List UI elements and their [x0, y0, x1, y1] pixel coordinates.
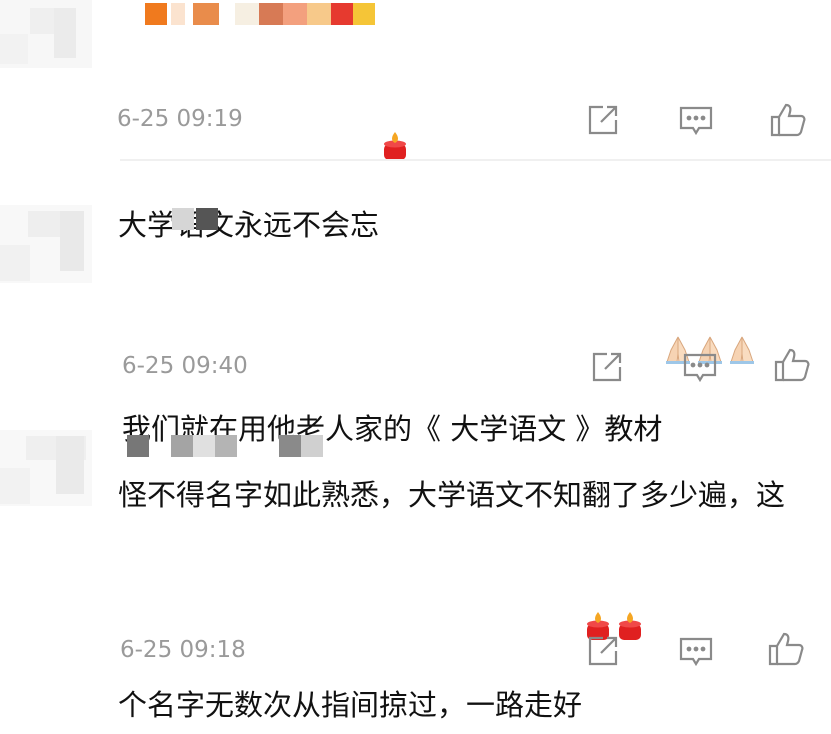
candle-emoji-icon: [582, 518, 614, 640]
like-icon[interactable]: [768, 100, 808, 140]
folded-hands-emoji-icon: [694, 242, 726, 364]
reply-icon[interactable]: [680, 347, 720, 387]
comment-time: 6-25 09:18: [120, 637, 246, 663]
like-icon[interactable]: [772, 345, 812, 385]
comment-time: 6-25 09:40: [122, 353, 248, 379]
comment-text: 怪不得名字如此熟悉，大学语文不知翻了多少遍，这个名字无数次从指间掠过，一路走好: [118, 472, 798, 728]
comment-item: 我们就在用他老人家的《 大学语文 》教材 6-25 09:40: [0, 160, 831, 446]
reply-icon[interactable]: [676, 631, 716, 671]
username[interactable]: [172, 208, 220, 230]
reply-icon[interactable]: [676, 100, 716, 140]
comment-time: 6-25 09:19: [117, 106, 243, 132]
share-icon[interactable]: [583, 631, 623, 671]
share-icon[interactable]: [587, 347, 627, 387]
avatar[interactable]: [0, 430, 92, 510]
comment-item: 怪不得名字如此熟悉，大学语文不知翻了多少遍，这个名字无数次从指间掠过，一路走好 …: [0, 405, 831, 722]
folded-hands-emoji-icon: [662, 242, 694, 364]
candle-emoji-icon: [379, 38, 411, 160]
share-icon[interactable]: [583, 100, 623, 140]
candle-emoji-icon: [614, 518, 646, 640]
username[interactable]: [145, 3, 375, 25]
avatar[interactable]: [0, 0, 92, 80]
comment-text-content: 怪不得名字如此熟悉，大学语文不知翻了多少遍，这个名字无数次从指间掠过，一路走好: [118, 478, 786, 722]
like-icon[interactable]: [766, 629, 806, 669]
comment-item: 大学语文永远不会忘 6-25 09:19: [0, 0, 831, 242]
username[interactable]: [127, 435, 327, 457]
folded-hands-emoji-icon: [726, 242, 758, 364]
avatar[interactable]: [0, 205, 92, 285]
